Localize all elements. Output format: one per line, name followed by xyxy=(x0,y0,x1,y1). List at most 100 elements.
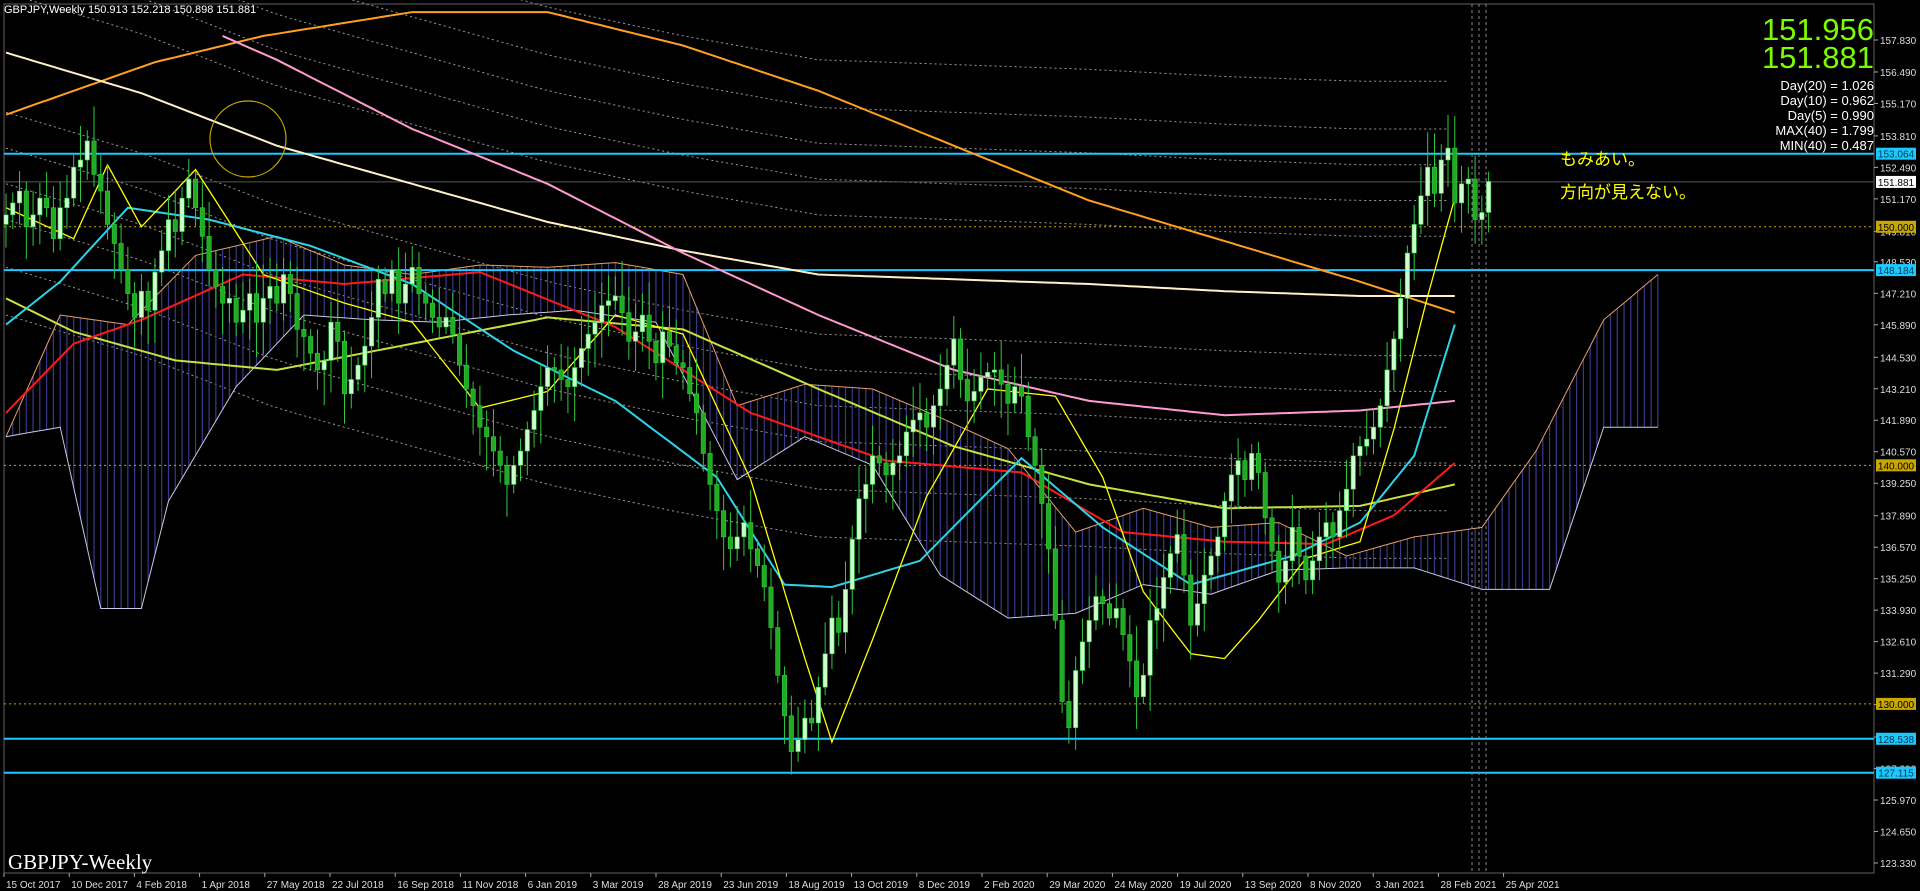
bull-candle xyxy=(585,333,591,349)
bull-candle xyxy=(77,159,83,168)
bull-candle xyxy=(930,405,936,428)
bull-candle xyxy=(518,450,524,466)
bull-candle xyxy=(30,214,36,228)
y-tick-label: 152.490 xyxy=(1880,163,1917,174)
bull-candle xyxy=(84,140,90,161)
bull-candle xyxy=(815,686,821,724)
x-tick-label: 15 Oct 2017 xyxy=(6,880,61,891)
bear-candle xyxy=(958,338,964,380)
level-label: 130.000 xyxy=(1878,700,1915,711)
bull-candle xyxy=(1411,224,1417,254)
bull-candle xyxy=(985,372,991,378)
level-label: 128.538 xyxy=(1878,735,1915,746)
bear-candle xyxy=(132,293,138,318)
info-panel: 151.956 151.881 Day(20) = 1.026 Day(10) … xyxy=(1762,14,1874,153)
bull-candle xyxy=(802,717,808,740)
bull-candle xyxy=(971,391,977,402)
x-tick-label: 13 Sep 2020 xyxy=(1245,880,1302,891)
y-tick-label: 135.250 xyxy=(1880,575,1917,586)
level-label: 127.115 xyxy=(1878,769,1914,780)
bull-candle xyxy=(260,298,266,323)
bull-candle xyxy=(1093,596,1099,621)
bear-candle xyxy=(111,224,117,244)
level-label: 140.000 xyxy=(1878,461,1915,472)
bull-candle xyxy=(1486,181,1492,213)
bear-candle xyxy=(727,536,733,550)
bear-candle xyxy=(1107,603,1113,619)
bull-candle xyxy=(1418,195,1424,225)
bear-candle xyxy=(504,465,510,485)
y-tick-label: 151.170 xyxy=(1880,195,1917,206)
bear-candle xyxy=(91,140,97,175)
bull-candle xyxy=(1249,453,1255,480)
x-tick-label: 25 Apr 2021 xyxy=(1506,880,1560,891)
bull-candle xyxy=(328,321,334,361)
bull-candle xyxy=(897,455,903,464)
y-tick-label: 145.890 xyxy=(1880,321,1917,332)
bull-candle xyxy=(1404,252,1410,299)
stat-min40: MIN(40) = 0.487 xyxy=(1779,138,1874,153)
bear-candle xyxy=(294,293,300,330)
bull-candle xyxy=(1086,620,1092,643)
bull-candle xyxy=(870,455,876,485)
bear-candle xyxy=(274,286,280,304)
bull-candle xyxy=(1377,405,1383,428)
bull-candle xyxy=(1195,603,1201,626)
bull-candle xyxy=(267,286,273,299)
bear-candle xyxy=(382,278,388,294)
bull-candle xyxy=(1228,474,1234,502)
bear-candle xyxy=(50,207,56,240)
bear-candle xyxy=(619,295,625,313)
bull-candle xyxy=(1465,178,1471,185)
bear-candle xyxy=(924,412,930,428)
bear-candle xyxy=(809,717,815,724)
bull-candle xyxy=(978,376,984,392)
chart-header: GBPJPY,Weekly 150.913 152.218 150.898 15… xyxy=(4,4,256,16)
price-chart[interactable]: 157.830 156.490 155.170 153.810 152.490 151.1… xyxy=(0,0,1920,891)
x-tick-label: 3 Jan 2021 xyxy=(1375,880,1425,891)
x-tick-label: 2 Feb 2020 xyxy=(984,880,1035,891)
bull-candle xyxy=(247,293,253,311)
bear-candle xyxy=(470,388,476,406)
bear-candle xyxy=(1039,465,1045,504)
x-tick-label: 24 May 2020 xyxy=(1114,880,1172,891)
bear-candle xyxy=(1005,383,1011,404)
bull-candle xyxy=(1350,455,1356,490)
bull-candle xyxy=(17,190,23,204)
y-tick-label: 153.810 xyxy=(1880,132,1917,143)
x-tick-label: 1 Apr 2018 xyxy=(202,880,251,891)
y-tick-label: 143.210 xyxy=(1880,385,1917,396)
bull-candle xyxy=(612,295,618,302)
bear-candle xyxy=(416,267,422,294)
bear-candle xyxy=(497,450,503,466)
y-tick-label: 123.330 xyxy=(1880,859,1917,870)
bull-candle xyxy=(362,345,368,366)
bear-candle xyxy=(484,426,490,438)
bull-candle xyxy=(1371,426,1377,440)
bear-candle xyxy=(436,317,442,328)
bull-candle xyxy=(1343,488,1349,511)
bull-candle xyxy=(599,305,605,323)
bull-candle xyxy=(1364,438,1370,447)
bear-candle xyxy=(253,293,259,323)
bull-candle xyxy=(138,290,144,318)
bull-candle xyxy=(152,271,158,311)
bear-candle xyxy=(1296,527,1302,557)
bear-candle xyxy=(694,393,700,414)
y-tick-label: 137.890 xyxy=(1880,512,1917,523)
bull-candle xyxy=(179,197,185,232)
bear-candle xyxy=(206,236,212,271)
bull-candle xyxy=(355,364,361,380)
bull-candle xyxy=(937,388,943,406)
annotation-range: もみあい。 xyxy=(1560,150,1645,169)
bull-candle xyxy=(639,314,645,333)
bear-candle xyxy=(883,462,889,476)
bull-candle xyxy=(1222,500,1228,538)
bull-candle xyxy=(186,178,192,199)
bear-candle xyxy=(1120,608,1126,636)
bull-candle xyxy=(402,283,408,304)
bull-candle xyxy=(71,166,77,199)
bear-candle xyxy=(335,321,341,342)
bull-candle xyxy=(1161,577,1167,609)
bull-candle xyxy=(951,338,957,366)
